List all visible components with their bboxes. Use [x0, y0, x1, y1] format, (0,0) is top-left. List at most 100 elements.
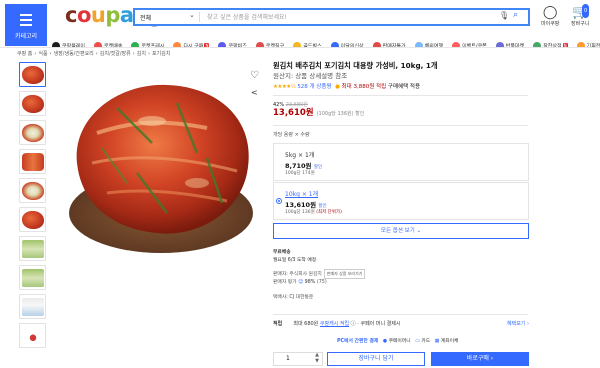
breadcrumb-item[interactable]: 냉장/냉동/간편요리 [54, 51, 94, 57]
reward-label: 적립 [273, 321, 283, 327]
thumbnail-3[interactable] [19, 120, 46, 145]
payment-method-2: 카드 [421, 339, 431, 344]
reward-extra: 쿠페이 머니 결제시 [360, 321, 401, 327]
chevron-right-icon: › [95, 51, 98, 57]
cart-button[interactable]: 🛒 0 장바구니 [571, 4, 590, 27]
option-5kg[interactable]: 5kg × 1개 8,710원 할인 100g당 174원 [273, 143, 529, 181]
review-count-link[interactable]: 528 개 상품평 [297, 84, 331, 90]
payment-note: PC에서 간편한 결제 [337, 339, 379, 344]
my-coupang-button[interactable]: ◯ 마이쿠팡 [541, 5, 560, 28]
seller-products-button[interactable]: 판매자 상품 보러가기 [323, 269, 366, 279]
coupay-icon: ● [382, 339, 388, 344]
microphone-icon[interactable]: 🎙 [499, 11, 509, 20]
option-qty: 10kg × 1개 [285, 191, 319, 198]
add-to-cart-button[interactable]: 장바구니 담기 [327, 352, 425, 366]
lowest-unit-badge: (최저 단위가) [316, 210, 342, 215]
breadcrumb-item[interactable]: 식품 [38, 51, 47, 57]
payment-row: PC에서 간편한 결제 ● 쿠페이머니 ▭ 카드 ▦ 계좌이체 [337, 337, 458, 344]
reward-max: 최대 680원 [293, 321, 319, 327]
chevron-right-icon: › [49, 51, 52, 57]
cart-count-badge: 0 [582, 4, 590, 18]
category-strip: 쿠팡플레이 로켓배송 로켓프레시 다시 구매 N 쿠팡비즈 로켓직구 골드박스 이달의신상 판매자… [52, 35, 600, 47]
rating-stars: ★★★★½ [273, 84, 296, 90]
product-image [69, 84, 253, 253]
option-price: 13,610원 [285, 201, 317, 209]
strip-divider [0, 47, 600, 48]
courier: 택배사: CJ 대한통운 [273, 295, 314, 300]
smile-icon: ☺ [298, 280, 304, 285]
user-icon: ◯ [542, 5, 558, 20]
quantity-stepper[interactable]: 1 ▲ ▼ [273, 352, 323, 366]
arrival-date: 월요일 6/3 도착 예정 [273, 258, 317, 263]
option-title: 개당 용량 × 수량 [273, 132, 310, 138]
option-qty: 5kg × 1개 [285, 152, 315, 159]
chevron-down-icon[interactable]: ▼ [315, 358, 319, 364]
chevron-right-icon: › [132, 51, 135, 57]
search-divider [199, 12, 200, 22]
thumbnail-4[interactable] [19, 149, 46, 174]
thumbnail-8[interactable] [19, 265, 46, 290]
option-10kg[interactable]: 10kg × 1개 13,610원 할인 100g당 136원 (최저 단위가) [273, 182, 529, 220]
shipping-info: 무료배송 월요일 6/3 도착 예정 판매자: 주식회사 원김치 판매자 상품 보… [273, 249, 529, 302]
bank-icon: ▦ [434, 339, 440, 344]
cashback-note: 구매혜택 적용 [387, 84, 421, 90]
breadcrumb: 쿠팡 홈 › 식품 › 냉장/냉동/간편요리 › 김치/젓갈/장류 › 김치 › 포기김치 [17, 50, 172, 57]
search-category-select[interactable]: 전체 [140, 13, 151, 22]
thumbnail-9[interactable] [19, 294, 46, 319]
breadcrumb-item[interactable]: 김치 [137, 51, 146, 57]
thumbnail-2[interactable] [19, 91, 46, 116]
category-menu-label: 카테고리 [14, 33, 38, 40]
chevron-right-icon: › [34, 51, 37, 57]
thumbnail-1[interactable] [19, 62, 46, 87]
rating-row: ★★★★½ 528 개 상품평 ● 최대 3,880원 적립 구매혜택 적용 [273, 82, 528, 92]
category-menu-button[interactable]: 카테고리 [5, 4, 47, 46]
product-origin: 원산지: 상품 상세설명 참조 [273, 72, 348, 80]
thumbnail-5[interactable] [19, 178, 46, 203]
share-icon[interactable]: < [251, 88, 258, 97]
buy-now-button[interactable]: 바로구매 › [431, 352, 529, 366]
search-icon[interactable]: ⌕ [513, 10, 518, 20]
cart-label: 장바구니 [571, 21, 590, 27]
thumbnail-10[interactable] [19, 323, 46, 348]
price-box: 42% 23,680원 13,610원 (100g당 136원) 할인 [273, 101, 364, 120]
reward-row: 적립 최대 680원 쿠팡캐시 적립 ⓘ · 쿠페이 머니 결제시 혜택보기 › [273, 320, 529, 327]
payment-method-1: 쿠페이머니 [388, 339, 411, 344]
quantity-value: 1 [286, 355, 290, 362]
unit-price: (100g당 136원) 할인 [316, 111, 365, 117]
divider [273, 125, 528, 126]
seller-feedback-label: 판매자 평가 [273, 280, 297, 285]
breadcrumb-item[interactable]: 쿠팡 홈 [17, 51, 32, 57]
reward-more-link[interactable]: 혜택보기 › [507, 320, 529, 327]
my-coupang-label: 마이쿠팡 [541, 21, 560, 27]
cash-icon: ● [335, 84, 340, 90]
card-icon: ▭ [415, 339, 420, 344]
shipping-title: 무료배송 [273, 250, 291, 255]
product-info: 원김치 배추김치 포기김치 대용량 가성비, 10kg, 1개 원산지: 상품 … [273, 61, 528, 92]
selected-radio-icon[interactable] [276, 198, 282, 204]
thumbnail-6[interactable] [19, 207, 46, 232]
seller-name: 판매자: 주식회사 원김치 [273, 272, 322, 277]
payment-method-3: 계좌이체 [440, 339, 459, 344]
thumbnail-list [19, 62, 46, 352]
thumbnail-7[interactable] [19, 236, 46, 261]
search-bar: 전체 ⌄ 🎙 ⌕ [133, 8, 530, 26]
heart-icon[interactable]: ♡ [250, 70, 259, 81]
info-icon: ⓘ [350, 321, 356, 327]
breadcrumb-item[interactable]: 포기김치 [152, 51, 170, 57]
hamburger-icon [20, 14, 32, 29]
chevron-down-icon: ⌄ [189, 11, 195, 19]
reward-link[interactable]: 쿠팡캐시 적립 [320, 321, 349, 327]
product-title: 원김치 배추김치 포기김치 대용량 가성비, 10kg, 1개 [273, 61, 438, 70]
divider [273, 95, 528, 96]
cart-icon: 🛒 0 [572, 4, 590, 20]
option-price: 8,710원 [285, 162, 312, 170]
seller-feedback-value: 98% [304, 280, 316, 285]
all-options-button[interactable]: 모든 옵션 보기 ⌄ [273, 223, 529, 239]
sale-price: 13,610원 [273, 108, 314, 118]
cashback-amount: 최대 3,880원 적립 [341, 84, 387, 90]
search-input[interactable] [207, 12, 467, 22]
seller-feedback-count: (75) [316, 280, 327, 285]
chevron-right-icon: › [147, 51, 150, 57]
breadcrumb-item[interactable]: 김치/젓갈/장류 [100, 51, 131, 57]
option-unit-price: 100g당 174원 [285, 171, 315, 176]
